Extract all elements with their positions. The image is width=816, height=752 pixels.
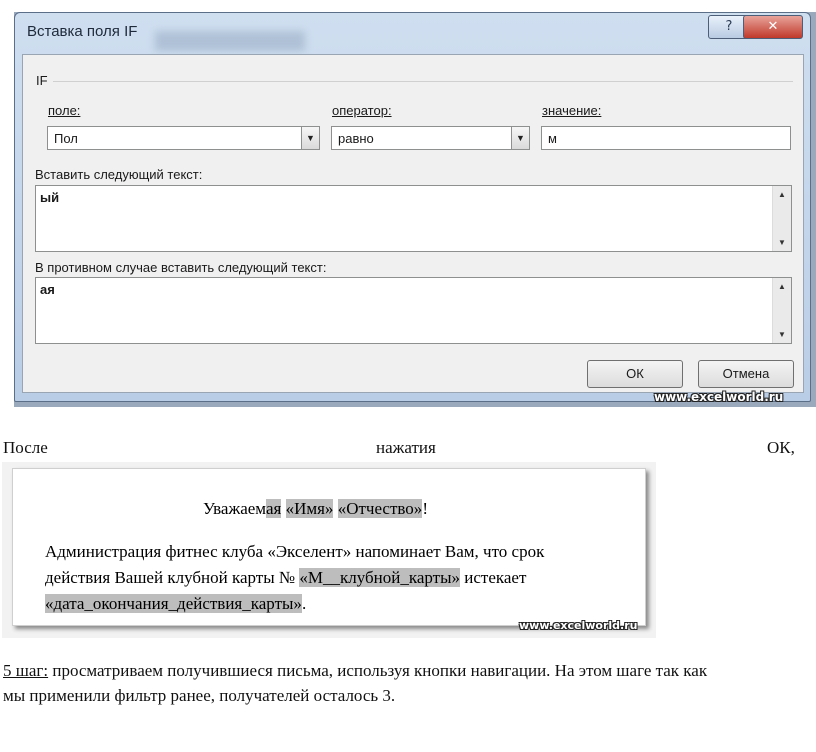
scroll-up-icon[interactable]: ▲ <box>773 190 791 199</box>
ok-button[interactable]: ОК <box>587 360 683 388</box>
merge-field-card-number: «М__клубной_карты» <box>299 568 460 587</box>
letter-line: «дата_окончания_действия_карты». <box>45 594 306 614</box>
scrollbar[interactable]: ▲ ▼ <box>772 278 791 343</box>
else-text-value: ая <box>40 282 55 297</box>
step-paragraph-line2: мы применили фильтр ранее, получателей о… <box>3 686 396 705</box>
letter-line: действия Вашей клубной карты № «М__клубн… <box>45 568 526 588</box>
scroll-down-icon[interactable]: ▼ <box>773 330 791 339</box>
operator-label: оператор: <box>332 103 392 118</box>
watermark: www.excelworld.ru <box>654 390 784 404</box>
chevron-down-icon[interactable]: ▼ <box>511 127 529 149</box>
merge-field-name: «Имя» <box>285 499 334 518</box>
if-group-label: IF <box>36 73 48 88</box>
greeting-text: Уважаем <box>203 499 266 518</box>
merge-field-expiry-date: «дата_окончания_действия_карты» <box>45 594 302 613</box>
insert-text-area[interactable]: ый ▲ ▼ <box>35 185 792 252</box>
group-divider <box>53 81 793 82</box>
else-text-area[interactable]: ая ▲ ▼ <box>35 277 792 344</box>
insert-if-field-dialog: Вставка поля IF ? ✕ IF поле: Пол ▼ опера… <box>14 12 811 402</box>
merge-field-patronymic: «Отчество» <box>337 499 423 518</box>
letter-line-end: . <box>301 594 307 613</box>
paragraph-word: После <box>3 438 48 457</box>
chevron-down-icon[interactable]: ▼ <box>301 127 319 149</box>
insert-text-value: ый <box>40 190 60 205</box>
letter-screenshot: Уважаемая «Имя» «Отчество»! Администраци… <box>2 462 656 638</box>
watermark: www.excelworld.ru <box>519 619 638 632</box>
field-label: поле: <box>48 103 81 118</box>
scrollbar[interactable]: ▲ ▼ <box>772 186 791 251</box>
else-text-label: В противном случае вставить следующий те… <box>35 260 327 275</box>
value-input[interactable]: м <box>541 126 791 150</box>
paragraph-word: ОК, <box>767 438 795 457</box>
step-label: 5 шаг: <box>3 661 49 680</box>
letter-line-text: истекает <box>460 568 527 587</box>
dialog-title: Вставка поля IF <box>27 23 138 40</box>
dialog-screenshot: Вставка поля IF ? ✕ IF поле: Пол ▼ опера… <box>14 12 816 407</box>
dialog-client-area: IF поле: Пол ▼ оператор: равно ▼ значени… <box>22 54 804 393</box>
operator-value: равно <box>338 131 374 146</box>
letter-line-text: действия Вашей клубной карты № <box>45 568 300 587</box>
step-text: просматриваем получившиеся письма, испол… <box>48 661 708 680</box>
close-button[interactable]: ✕ <box>743 15 803 39</box>
value-field-text: м <box>548 131 557 146</box>
field-value: Пол <box>54 131 78 146</box>
field-combobox[interactable]: Пол ▼ <box>47 126 320 150</box>
title-bar-blur <box>155 31 305 51</box>
insert-text-label: Вставить следующий текст: <box>35 167 203 182</box>
scroll-up-icon[interactable]: ▲ <box>773 282 791 291</box>
merge-field-ending: ая <box>265 499 282 518</box>
value-label: значение: <box>542 103 602 118</box>
close-icon: ✕ <box>767 19 779 34</box>
operator-combobox[interactable]: равно ▼ <box>331 126 530 150</box>
paragraph-word: нажатия <box>376 438 436 457</box>
scroll-down-icon[interactable]: ▼ <box>773 238 791 247</box>
letter-line: Администрация фитнес клуба «Экселент» на… <box>45 542 545 561</box>
greeting-exclamation: ! <box>422 499 428 518</box>
letter-greeting: Уважаемая «Имя» «Отчество»! <box>203 499 428 519</box>
letter-preview: Уважаемая «Имя» «Отчество»! Администраци… <box>12 468 646 626</box>
step-paragraph-line1: 5 шаг: просматриваем получившиеся письма… <box>3 661 707 681</box>
cancel-button[interactable]: Отмена <box>698 360 794 388</box>
